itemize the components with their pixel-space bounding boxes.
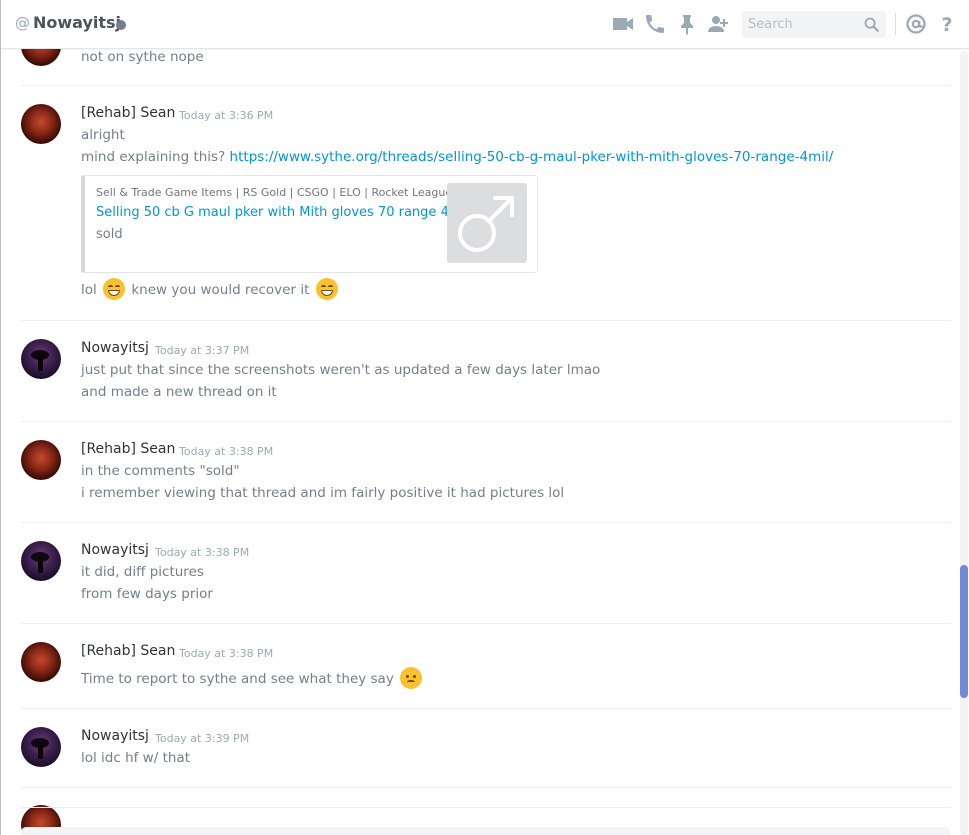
message-text: alright	[81, 127, 125, 143]
message-group: Nowayitsj Today at 3:37 PM just put that…	[1, 321, 951, 422]
message-text: in the comments "sold"	[81, 463, 240, 479]
embed-title[interactable]: Selling 50 cb G maul pker with Mith glov…	[96, 205, 469, 220]
header-divider	[895, 13, 896, 35]
avatar[interactable]	[21, 541, 61, 581]
avatar[interactable]	[21, 727, 61, 767]
scrollbar-track[interactable]	[960, 51, 968, 835]
message-text: i remember viewing that thread and im fa…	[81, 485, 565, 501]
grinning-face-icon[interactable]	[315, 278, 338, 300]
message-group: Nowayitsj Today at 3:38 PM it did, diff …	[1, 523, 951, 624]
scrollbar-thumb[interactable]	[960, 565, 968, 698]
message-text: it did, diff pictures	[81, 564, 204, 580]
avatar[interactable]	[21, 49, 61, 66]
message-group: not on sythe nope	[1, 49, 951, 86]
timestamp: Today at 3:37 PM	[155, 344, 250, 357]
messages-scroller[interactable]: not on sythe nope [Rehab] Sean Today at …	[1, 49, 951, 835]
status-offline-indicator	[116, 20, 126, 30]
message-input[interactable]	[21, 827, 950, 835]
frowning-face-icon[interactable]	[400, 667, 423, 689]
embed-description: sold	[96, 227, 123, 242]
timestamp: Today at 3:38 PM	[179, 647, 274, 660]
timestamp: Today at 3:39 PM	[155, 732, 250, 745]
message-text: from few days prior	[81, 586, 213, 602]
link-embed: Sell & Trade Game Items | RS Gold | CSGO…	[81, 175, 538, 273]
message-group: Nowayitsj Today at 3:39 PM lol idc hf w/…	[1, 709, 951, 788]
message-text: not on sythe nope	[81, 49, 204, 65]
dm-at-symbol: @	[15, 14, 30, 32]
message-text: Time to report to sythe and see what the…	[81, 667, 424, 690]
video-icon[interactable]	[611, 12, 635, 36]
username[interactable]: [Rehab] Sean	[81, 643, 175, 659]
grinning-face-icon[interactable]	[103, 278, 126, 300]
timestamp: Today at 3:38 PM	[155, 546, 250, 559]
mention-icon[interactable]	[904, 12, 928, 36]
dm-recipient-name[interactable]: Nowayitsj	[33, 13, 121, 32]
message-text: lol idc hf w/ that	[81, 750, 190, 766]
search-input[interactable]	[748, 15, 858, 34]
add-friend-icon[interactable]	[706, 12, 730, 36]
message-text: just put that since the screenshots were…	[81, 362, 601, 378]
avatar[interactable]	[21, 104, 61, 144]
timestamp: Today at 3:36 PM	[179, 109, 274, 122]
avatar[interactable]	[21, 339, 61, 379]
username[interactable]: Nowayitsj	[81, 542, 149, 558]
search-icon[interactable]	[863, 16, 880, 33]
username[interactable]: Nowayitsj	[81, 728, 149, 744]
channel-header: @ Nowayitsj ?	[1, 0, 969, 49]
username[interactable]: [Rehab] Sean	[81, 105, 175, 121]
male-symbol-icon	[458, 196, 514, 252]
message-group: [Rehab] Sean Today at 3:38 PM Time to re…	[1, 624, 951, 709]
message-group	[1, 788, 951, 835]
message-text: mind explaining this? https://www.sythe.…	[81, 149, 834, 165]
message-link[interactable]: https://www.sythe.org/threads/selling-50…	[230, 149, 834, 165]
avatar[interactable]	[21, 642, 61, 682]
timestamp: Today at 3:38 PM	[179, 445, 274, 458]
svg-text:?: ?	[941, 14, 952, 36]
username[interactable]: [Rehab] Sean	[81, 441, 175, 457]
avatar[interactable]	[21, 440, 61, 480]
message-group: [Rehab] Sean Today at 3:36 PM alright mi…	[1, 86, 951, 321]
help-icon[interactable]: ?	[935, 12, 959, 36]
embed-provider[interactable]: Sell & Trade Game Items | RS Gold | CSGO…	[96, 186, 452, 199]
embed-thumbnail[interactable]	[447, 183, 527, 263]
message-divider	[21, 807, 951, 808]
message-group: [Rehab] Sean Today at 3:38 PM in the com…	[1, 422, 951, 523]
message-text: and made a new thread on it	[81, 384, 277, 400]
phone-icon[interactable]	[643, 12, 667, 36]
username[interactable]: Nowayitsj	[81, 340, 149, 356]
message-text: lol knew you would recover it	[81, 278, 340, 301]
pin-icon[interactable]	[675, 12, 699, 36]
search-bar[interactable]	[742, 11, 886, 38]
